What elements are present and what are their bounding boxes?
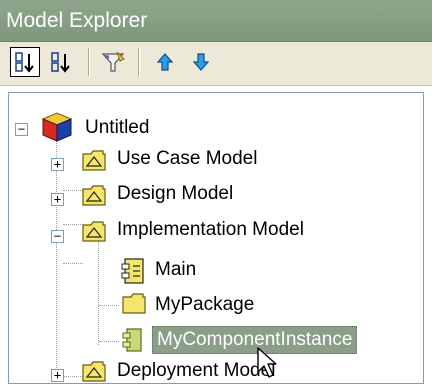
tree-connector [63, 263, 83, 264]
tree-item-design-model[interactable]: Design Model [117, 177, 233, 211]
filter-icon [101, 51, 125, 72]
tree-item-label: MyPackage [155, 294, 255, 315]
mouse-pointer-icon [257, 347, 277, 378]
sort-alphabetical-button[interactable] [46, 47, 76, 77]
filter-button[interactable] [98, 47, 128, 77]
move-down-icon [192, 53, 210, 71]
move-down-button[interactable] [186, 47, 216, 77]
package-folder-icon [82, 150, 106, 171]
tree-item-label: Main [155, 259, 197, 280]
tree-item-label: Deployment Model [117, 360, 276, 381]
expand-toggle[interactable]: + [51, 193, 64, 206]
tree-connector [63, 190, 83, 191]
expand-toggle[interactable]: + [51, 158, 64, 171]
tree-item-label: Implementation Model [117, 219, 304, 240]
move-up-button[interactable] [150, 47, 180, 77]
subsystem-component-icon [121, 258, 144, 284]
tree-item-mycomponentinstance[interactable]: MyComponentInstance [152, 323, 358, 357]
project-cube-icon [41, 112, 73, 142]
tree-item-deployment-model[interactable]: Deployment Model [117, 354, 276, 383]
move-up-icon [156, 53, 174, 71]
tree-item-mypackage[interactable]: MyPackage [155, 288, 254, 322]
component-instance-icon [122, 328, 142, 352]
tree-item-main[interactable]: Main [155, 253, 196, 287]
collapse-toggle[interactable]: − [15, 123, 28, 136]
model-explorer-panel: Model Explorer − Untitled + Use Case Mod… [0, 0, 432, 392]
toolbar [0, 42, 432, 86]
collapse-toggle[interactable]: − [51, 230, 64, 243]
toolbar-separator [138, 48, 140, 76]
tree-item-implementation-model[interactable]: Implementation Model [117, 213, 304, 247]
tree-item-label: Use Case Model [117, 148, 258, 169]
sort-ordered-icon [15, 52, 34, 73]
tree-item-label: Design Model [117, 183, 234, 204]
folder-icon [122, 293, 146, 314]
tree-item-use-case-model[interactable]: Use Case Model [117, 142, 257, 176]
package-folder-icon [82, 361, 106, 382]
sort-ordered-button[interactable] [10, 47, 40, 77]
tree-connector [98, 240, 99, 345]
expand-toggle[interactable]: + [51, 369, 64, 382]
tree-connector [99, 305, 119, 306]
tree-connector [63, 224, 83, 225]
tree-connector [99, 341, 119, 342]
tree-item-label: MyComponentInstance [152, 326, 358, 354]
package-folder-icon [82, 185, 106, 206]
model-tree: − Untitled + Use Case Model + Design Mod… [8, 92, 424, 384]
tree-item-untitled[interactable]: Untitled [85, 111, 149, 145]
tree-connector [63, 376, 83, 377]
toolbar-separator [88, 48, 90, 76]
tree-item-label: Untitled [85, 117, 150, 138]
panel-title: Model Explorer [0, 0, 432, 42]
sort-alphabetical-icon [51, 52, 70, 73]
package-folder-icon [82, 221, 106, 242]
tree-connector [56, 138, 57, 383]
